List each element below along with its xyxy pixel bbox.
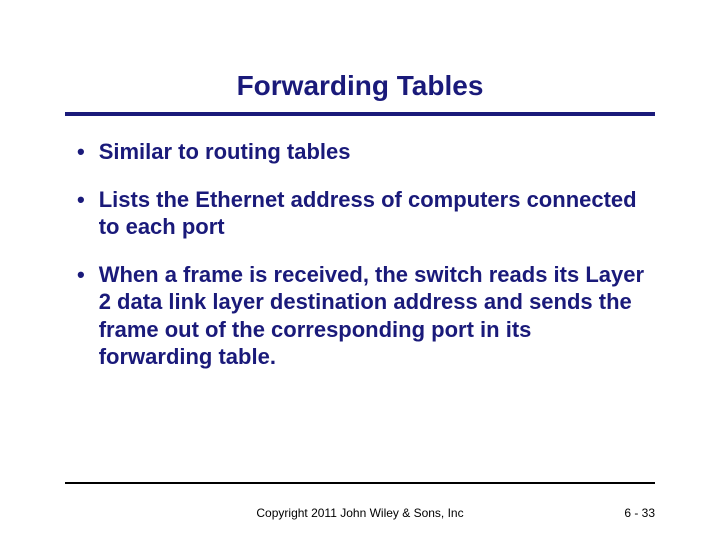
bullet-item: • When a frame is received, the switch r… (75, 261, 645, 371)
title-divider (65, 112, 655, 116)
bullet-dot-icon: • (77, 186, 85, 214)
page-number: 6 - 33 (624, 506, 655, 520)
bullet-dot-icon: • (77, 138, 85, 166)
slide-title: Forwarding Tables (65, 70, 655, 112)
slide-content: • Similar to routing tables • Lists the … (65, 138, 655, 371)
bullet-item: • Similar to routing tables (75, 138, 645, 166)
bullet-item: • Lists the Ethernet address of computer… (75, 186, 645, 241)
bullet-text: Similar to routing tables (99, 138, 645, 166)
copyright-text: Copyright 2011 John Wiley & Sons, Inc (256, 506, 463, 520)
bullet-text: Lists the Ethernet address of computers … (99, 186, 645, 241)
slide: Forwarding Tables • Similar to routing t… (0, 0, 720, 540)
footer-divider (65, 482, 655, 484)
bullet-dot-icon: • (77, 261, 85, 289)
bullet-text: When a frame is received, the switch rea… (99, 261, 645, 371)
